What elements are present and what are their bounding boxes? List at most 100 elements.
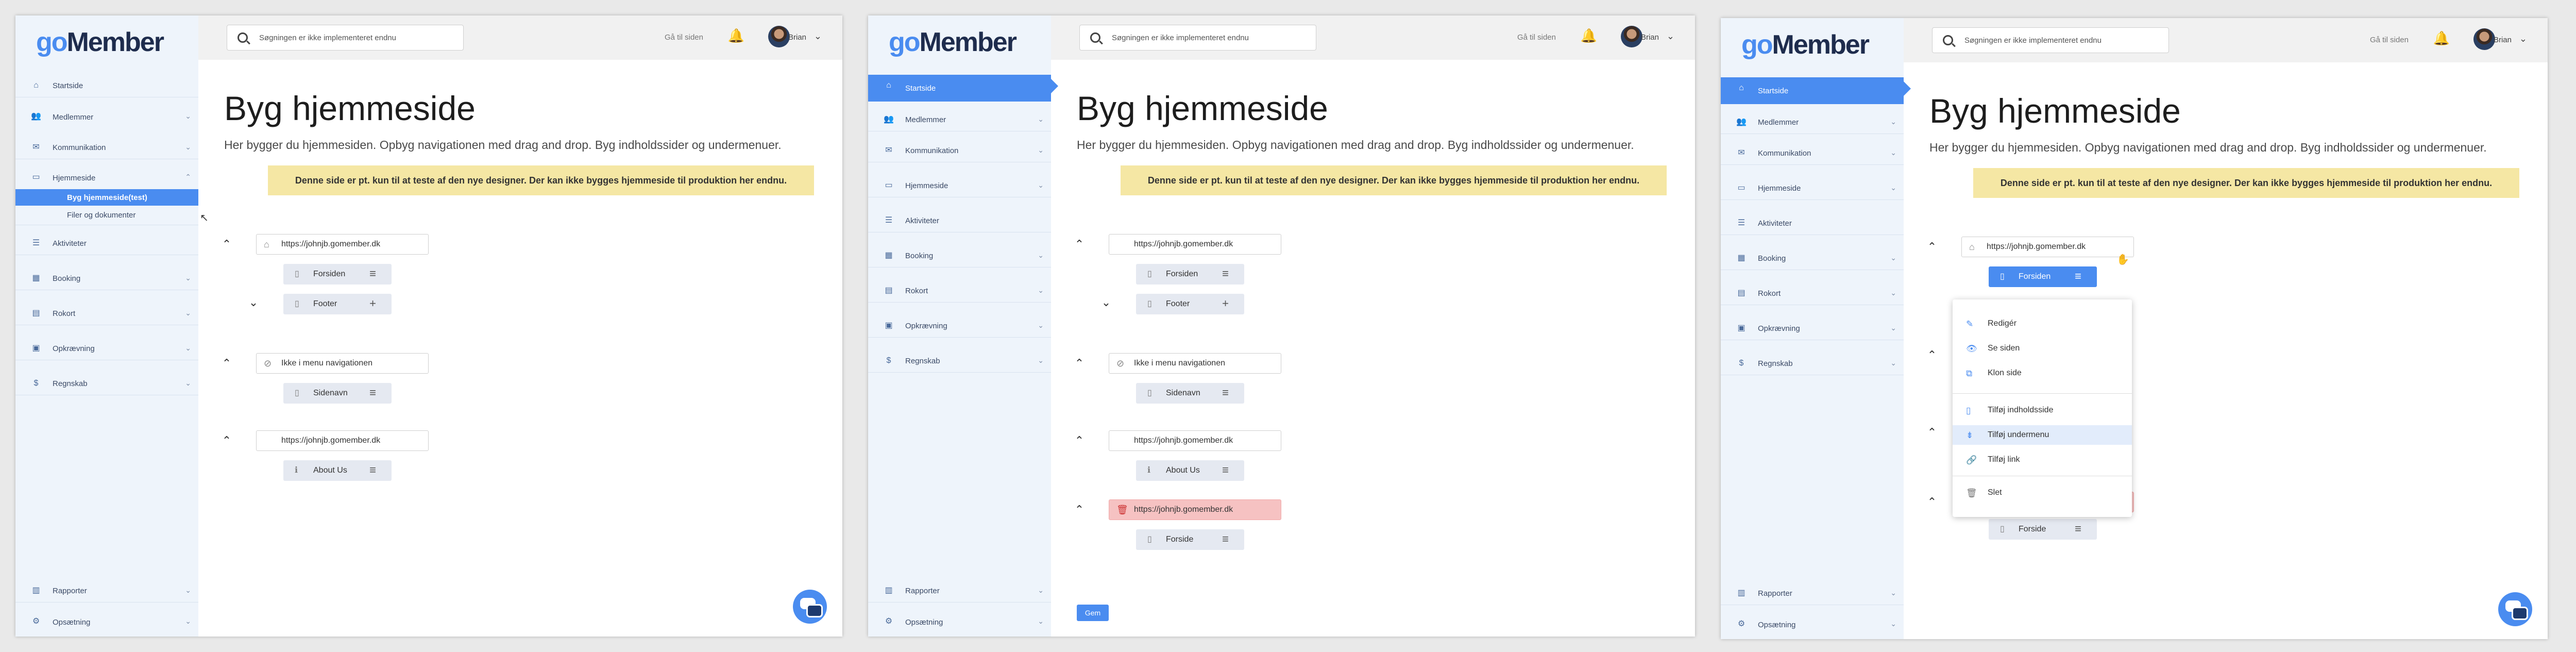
collapse-caret-icon[interactable]: ⌃ <box>1925 240 1939 254</box>
page-node-about[interactable]: ℹ About Us ≡ <box>1136 460 1244 481</box>
menu-item-tilfoej-link[interactable]: 🔗 Tilføj link <box>1953 450 2132 470</box>
sidebar-item-regnskab[interactable]: $ Regnskab ⌄ <box>868 350 1051 373</box>
sidebar-item-aktiviteter[interactable]: ☰ Aktiviteter <box>1721 212 1904 235</box>
collapse-caret-icon[interactable]: ⌃ <box>1073 357 1086 370</box>
menu-item-tilfoej-indholdsside[interactable]: ▯ Tilføj indholdsside <box>1953 400 2132 420</box>
sidebar-item-hjemmeside[interactable]: ▭ Hjemmeside ⌄ <box>1721 177 1904 200</box>
page-node-forsiden[interactable]: ▯ Forsiden ≡ <box>283 264 392 285</box>
bell-icon[interactable]: 🔔 <box>728 28 744 44</box>
collapse-caret-icon[interactable]: ⌃ <box>1073 503 1086 516</box>
sidebar-item-hjemmeside[interactable]: ▭ Hjemmeside ⌄ <box>868 175 1051 197</box>
sidebar-item-opkraevning[interactable]: ▣ Opkrævning ⌄ <box>15 338 198 360</box>
sidebar-item-aktiviteter[interactable]: ☰ Aktiviteter <box>15 232 198 255</box>
sidebar-item-startside[interactable]: ⌂ Startside <box>1721 77 1911 104</box>
page-node-sidenavn[interactable]: ▯ Sidenavn ≡ <box>283 383 392 404</box>
expand-caret-icon[interactable]: ⌄ <box>1099 296 1113 309</box>
user-name[interactable]: Brian <box>788 33 806 42</box>
chat-icon[interactable] <box>793 590 827 624</box>
sidebar-item-startside[interactable]: ⌂ Startside <box>15 75 198 97</box>
sidebar-item-rapporter[interactable]: ▥ Rapporter ⌄ <box>868 580 1051 603</box>
page-node-forsiden-active[interactable]: ▯ Forsiden ≡ <box>1989 266 2097 287</box>
search-input[interactable]: Søgningen er ikke implementeret endnu <box>1079 25 1316 51</box>
sidebar-item-booking[interactable]: ▦ Booking ⌄ <box>1721 247 1904 270</box>
menu-item-tilfoej-undermenu[interactable]: ⇟ Tilføj undermenu <box>1953 425 2132 445</box>
page-node-sidenavn[interactable]: ▯ Sidenavn ≡ <box>1136 383 1244 404</box>
sidebar-item-kommunikation[interactable]: ✉ Kommunikation ⌄ <box>868 140 1051 162</box>
sidebar-subitem-filer[interactable]: Filer og dokumenter <box>15 206 198 225</box>
sidebar-item-rapporter[interactable]: ▥ Rapporter ⌄ <box>1721 582 1904 605</box>
collapse-caret-icon[interactable]: ⌃ <box>220 434 233 447</box>
sidebar-subitem-byg[interactable]: Byg hjemmeside(test) <box>15 189 198 206</box>
hamburger-icon[interactable]: ≡ <box>1222 463 1229 477</box>
site-url-node-selected[interactable]: 🗑 https://johnjb.gomember.dk <box>1109 499 1281 520</box>
search-input[interactable]: Søgningen er ikke implementeret endnu <box>227 25 464 51</box>
chevron-down-icon[interactable]: ⌄ <box>1667 31 1674 42</box>
avatar[interactable] <box>1621 26 1642 47</box>
sidebar-item-rapporter[interactable]: ▥ Rapporter ⌄ <box>15 580 198 603</box>
avatar[interactable] <box>768 26 790 47</box>
user-name[interactable]: Brian <box>2494 36 2512 44</box>
not-in-menu-node[interactable]: ⊘ Ikke i menu navigationen <box>1109 353 1281 374</box>
collapse-caret-icon[interactable]: ⌃ <box>1073 238 1086 251</box>
hamburger-icon[interactable]: ≡ <box>2075 270 2081 283</box>
collapse-caret-icon[interactable]: ⌃ <box>1073 434 1086 447</box>
sidebar-item-regnskab[interactable]: $ Regnskab ⌄ <box>1721 353 1904 375</box>
hamburger-icon[interactable]: ≡ <box>1222 532 1229 546</box>
page-node-forside[interactable]: ▯ Forside ≡ <box>1136 529 1244 550</box>
bell-icon[interactable]: 🔔 <box>1581 28 1597 44</box>
not-in-menu-node[interactable]: ⊘ Ikke i menu navigationen <box>256 353 429 374</box>
page-node-about[interactable]: ℹ About Us ≡ <box>283 460 392 481</box>
sidebar-item-medlemmer[interactable]: 👥 Medlemmer ⌄ <box>1721 111 1904 134</box>
collapse-caret-icon[interactable]: ⌃ <box>1925 348 1939 362</box>
sidebar-item-rokort[interactable]: ▤ Rokort ⌄ <box>15 303 198 325</box>
plus-icon[interactable]: + <box>1222 297 1229 310</box>
site-url-node[interactable]: ⌂ https://johnjb.gomember.dk <box>256 234 429 255</box>
page-node-footer[interactable]: ▯ Footer + <box>283 294 392 314</box>
page-node-forsiden[interactable]: ▯ Forsiden ≡ <box>1136 264 1244 285</box>
sidebar-item-medlemmer[interactable]: 👥 Medlemmer ⌄ <box>15 106 198 128</box>
sidebar-item-regnskab[interactable]: $ Regnskab ⌄ <box>15 373 198 395</box>
bell-icon[interactable]: 🔔 <box>2433 30 2450 46</box>
logo[interactable]: goMember <box>36 27 164 58</box>
hamburger-icon[interactable]: ≡ <box>369 463 376 477</box>
expand-caret-icon[interactable]: ⌄ <box>247 296 260 309</box>
avatar[interactable] <box>2473 28 2495 50</box>
save-button[interactable]: Gem <box>1077 605 1109 621</box>
sidebar-item-startside[interactable]: ⌂ Startside <box>868 75 1058 102</box>
collapse-caret-icon[interactable]: ⌃ <box>1925 495 1939 509</box>
search-input[interactable]: Søgningen er ikke implementeret endnu <box>1932 27 2169 53</box>
logo[interactable]: goMember <box>889 27 1017 58</box>
site-url-node[interactable]: https://johnjb.gomember.dk <box>256 430 429 451</box>
sidebar-item-kommunikation[interactable]: ✉ Kommunikation ⌄ <box>15 137 198 159</box>
collapse-caret-icon[interactable]: ⌃ <box>1925 426 1939 439</box>
chevron-down-icon[interactable]: ⌄ <box>814 31 822 42</box>
menu-item-rediger[interactable]: ✎ Redigér <box>1953 314 2132 333</box>
menu-item-slet[interactable]: 🗑 Slet <box>1953 483 2132 503</box>
hamburger-icon[interactable]: ≡ <box>1222 267 1229 280</box>
collapse-caret-icon[interactable]: ⌃ <box>220 357 233 370</box>
sidebar-item-opsaetning[interactable]: ⚙ Opsætning ⌄ <box>15 611 198 633</box>
hamburger-icon[interactable]: ≡ <box>369 267 376 280</box>
user-name[interactable]: Brian <box>1641 33 1659 42</box>
site-url-node[interactable]: ⌂ https://johnjb.gomember.dk <box>1961 237 2134 257</box>
sidebar-item-booking[interactable]: ▦ Booking ⌄ <box>868 245 1051 268</box>
hamburger-icon[interactable]: ≡ <box>2075 522 2081 536</box>
page-node-footer[interactable]: ▯ Footer + <box>1136 294 1244 314</box>
sidebar-item-opkraevning[interactable]: ▣ Opkrævning ⌄ <box>1721 317 1904 340</box>
menu-item-klon[interactable]: ⧉ Klon side <box>1953 363 2132 383</box>
plus-icon[interactable]: + <box>369 297 376 310</box>
chat-icon[interactable] <box>2498 592 2532 626</box>
sidebar-item-kommunikation[interactable]: ✉ Kommunikation ⌄ <box>1721 142 1904 165</box>
menu-item-se-siden[interactable]: 👁 Se siden <box>1953 339 2132 358</box>
hamburger-icon[interactable]: ≡ <box>1222 386 1229 399</box>
goto-site-link[interactable]: Gå til siden <box>1517 33 1556 42</box>
sidebar-item-hjemmeside[interactable]: ▭ Hjemmeside ⌃ <box>15 166 198 189</box>
sidebar-item-aktiviteter[interactable]: ☰ Aktiviteter <box>868 210 1051 232</box>
sidebar-item-opsaetning[interactable]: ⚙ Opsætning ⌄ <box>868 611 1051 633</box>
sidebar-item-rokort[interactable]: ▤ Rokort ⌄ <box>868 280 1051 303</box>
collapse-caret-icon[interactable]: ⌃ <box>220 238 233 251</box>
logo[interactable]: goMember <box>1741 29 1870 60</box>
sidebar-item-opsaetning[interactable]: ⚙ Opsætning ⌄ <box>1721 613 1904 636</box>
site-url-node[interactable]: https://johnjb.gomember.dk <box>1109 430 1281 451</box>
sidebar-item-rokort[interactable]: ▤ Rokort ⌄ <box>1721 282 1904 305</box>
